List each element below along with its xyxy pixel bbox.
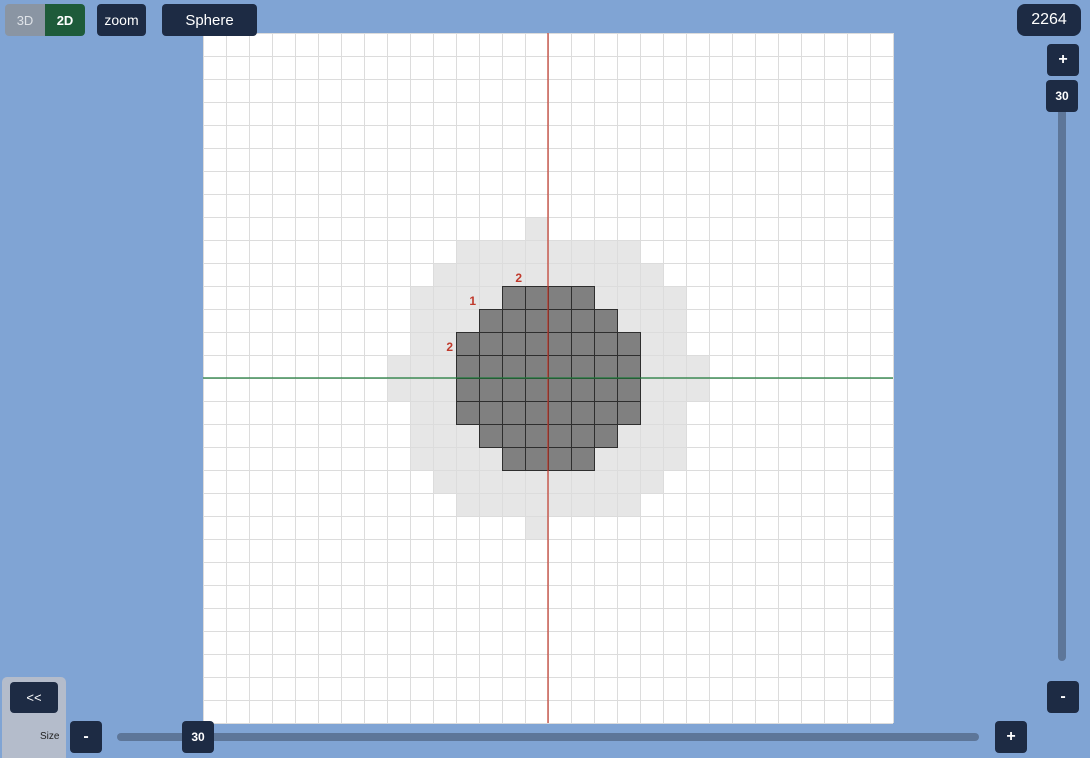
collapse-panel-button[interactable]: << <box>10 682 58 713</box>
outer-cell-row <box>525 516 548 539</box>
grid-canvas[interactable]: 2 1 2 <box>0 0 1090 758</box>
vertical-slider-track[interactable] <box>1058 96 1066 661</box>
mode-3d-toggle[interactable]: 3D <box>5 4 45 36</box>
mode-2d-toggle[interactable]: 2D <box>45 4 85 36</box>
vertical-slider-handle[interactable]: 30 <box>1046 80 1078 112</box>
edge-count-label: 2 <box>446 340 453 354</box>
size-decrease-button[interactable]: - <box>70 721 102 753</box>
vertical-increase-button[interactable]: + <box>1047 44 1079 76</box>
shape-select-button[interactable]: Sphere <box>162 4 257 36</box>
size-label: Size <box>40 731 60 742</box>
vertical-decrease-button[interactable]: - <box>1047 681 1079 713</box>
edge-count-label: 1 <box>469 294 476 308</box>
size-slider-track[interactable] <box>117 733 979 741</box>
size-slider-handle[interactable]: 30 <box>182 721 214 753</box>
edge-count-label: 2 <box>515 271 522 285</box>
block-count-badge: 2264 <box>1017 4 1081 36</box>
size-increase-button[interactable]: + <box>995 721 1027 753</box>
outer-cell-row <box>525 217 548 240</box>
zoom-button[interactable]: zoom <box>97 4 146 36</box>
